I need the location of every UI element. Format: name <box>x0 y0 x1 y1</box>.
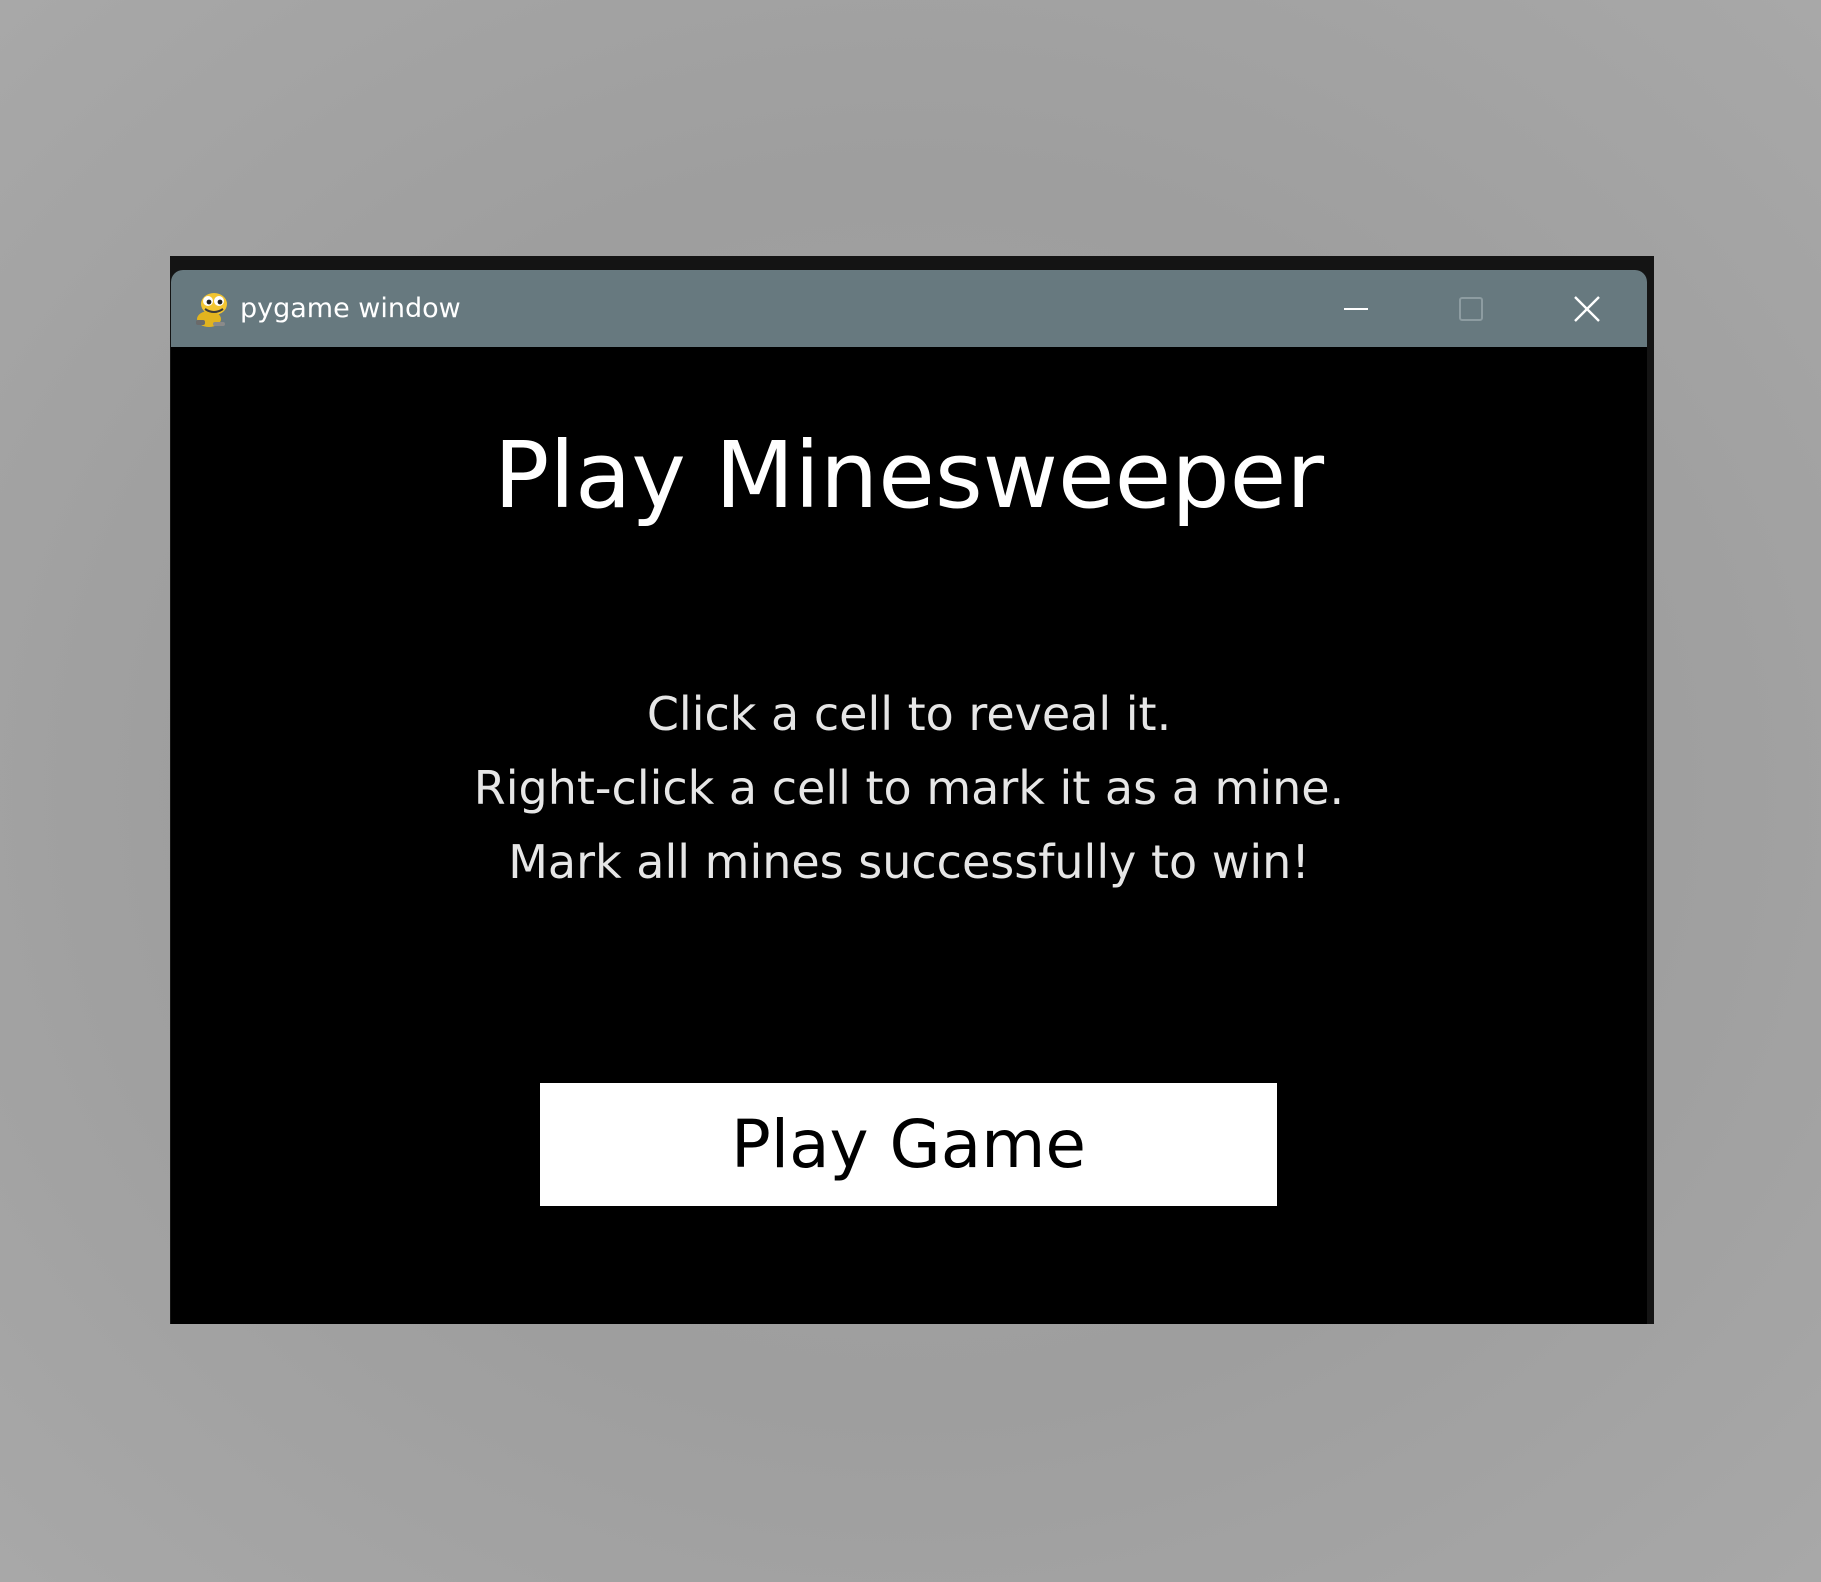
close-icon <box>1573 295 1601 323</box>
minimize-button[interactable] <box>1306 270 1406 347</box>
minimize-icon <box>1343 296 1369 322</box>
pygame-snake-icon <box>193 290 233 330</box>
game-canvas[interactable]: Play Minesweeper Click a cell to reveal … <box>171 347 1647 1324</box>
page-title: Play Minesweeper <box>493 422 1325 529</box>
play-game-button-label: Play Game <box>730 1105 1087 1183</box>
maximize-button[interactable] <box>1421 270 1521 347</box>
instructions: Click a cell to reveal it. Right-click a… <box>171 677 1647 899</box>
title-bar[interactable]: pygame window <box>171 270 1647 347</box>
play-game-button[interactable]: Play Game <box>540 1083 1277 1206</box>
instruction-line: Mark all mines successfully to win! <box>508 835 1310 889</box>
maximize-icon <box>1458 296 1484 322</box>
instruction-line: Right-click a cell to mark it as a mine. <box>473 761 1345 815</box>
pygame-window: pygame window Play Minesweeper Click a c… <box>171 270 1647 1324</box>
close-button[interactable] <box>1537 270 1637 347</box>
instruction-line: Click a cell to reveal it. <box>646 687 1172 741</box>
window-title: pygame window <box>240 293 461 324</box>
